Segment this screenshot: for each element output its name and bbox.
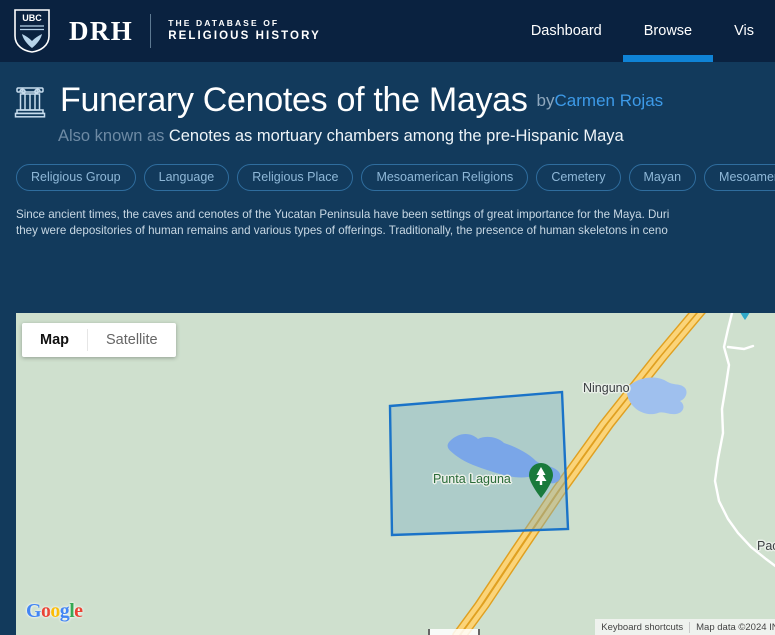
tag-mesoamerican-truncated[interactable]: Mesoameri: [704, 164, 775, 192]
google-letter-e: e: [74, 600, 83, 622]
nav-label-dashboard: Dashboard: [530, 23, 602, 39]
nav-underline-browse: [622, 55, 714, 62]
map-type-control: Map Satellite: [22, 323, 176, 357]
map-attribution: Map data ©2024 INE: [696, 621, 775, 633]
map-footer: Keyboard shortcuts Map data ©2024 INE: [595, 619, 775, 635]
nav-item-dashboard[interactable]: Dashboard: [510, 0, 623, 62]
google-logo[interactable]: Google: [26, 600, 83, 623]
map-scale-bar: [428, 629, 480, 635]
nav-underline-visualize: [713, 55, 775, 62]
map-type-map-button[interactable]: Map: [22, 323, 87, 357]
ubc-shield-icon: UBC: [14, 9, 50, 53]
nav-underline-dashboard: [510, 55, 623, 62]
park-marker-tree-icon[interactable]: [526, 461, 556, 499]
google-letter-g2: g: [59, 600, 70, 622]
nav-item-browse[interactable]: Browse: [622, 0, 714, 62]
top-navbar: UBC DRH THE DATABASE OF RELIGIOUS HISTOR…: [0, 0, 775, 62]
brand-subtitle-line2: RELIGIOUS HISTORY: [168, 30, 321, 43]
map-container[interactable]: Map Satellite Ninguno Punta Laguna Pac G…: [16, 313, 775, 635]
entry-header: Funerary Cenotes of the Mayas by Carmen …: [0, 62, 775, 238]
nav-label-visualize: Vis: [734, 23, 754, 39]
aka-label: Also known as: [58, 127, 165, 146]
description-line-2: they were depositories of human remains …: [16, 223, 668, 237]
brand-subtitle-line1: THE DATABASE OF: [168, 18, 280, 29]
ionic-column-icon: [14, 86, 46, 118]
entry-description: Since ancient times, the caves and cenot…: [0, 207, 775, 238]
brand-logo[interactable]: UBC DRH THE DATABASE OF RELIGIOUS HISTOR…: [13, 8, 321, 54]
tag-mayan[interactable]: Mayan: [628, 164, 697, 192]
tag-religious-group[interactable]: Religious Group: [16, 164, 136, 192]
map-label-ninguno: Ninguno: [583, 381, 630, 395]
google-letter-o1: o: [40, 600, 51, 622]
brand-divider: [150, 14, 152, 48]
tag-mesoamerican-religions[interactable]: Mesoamerican Religions: [361, 164, 529, 192]
location-pin-icon[interactable]: [734, 313, 756, 321]
map-canvas: [16, 313, 775, 635]
page-root: UBC DRH THE DATABASE OF RELIGIOUS HISTOR…: [0, 0, 775, 635]
google-letter-g1: G: [26, 600, 42, 622]
keyboard-shortcuts-button[interactable]: Keyboard shortcuts: [595, 621, 691, 633]
drh-acronym: DRH: [69, 15, 134, 46]
tag-list: Religious Group Language Religious Place…: [0, 164, 775, 192]
tag-religious-place[interactable]: Religious Place: [237, 164, 354, 192]
map-type-satellite-button[interactable]: Satellite: [88, 323, 176, 357]
aka-value: Cenotes as mortuary chambers among the p…: [168, 127, 624, 146]
title-row: Funerary Cenotes of the Mayas by Carmen …: [0, 81, 775, 119]
tag-cemetery[interactable]: Cemetery: [536, 164, 621, 192]
svg-text:UBC: UBC: [22, 13, 42, 23]
nav-links: Dashboard Browse Vis: [510, 0, 775, 62]
description-line-1: Since ancient times, the caves and cenot…: [16, 208, 670, 222]
nav-label-browse: Browse: [643, 23, 693, 39]
google-letter-o2: o: [50, 600, 60, 622]
also-known-as-row: Also known as Cenotes as mortuary chambe…: [0, 127, 775, 146]
tag-language[interactable]: Language: [143, 164, 230, 192]
page-title: Funerary Cenotes of the Mayas: [60, 81, 528, 119]
nav-item-visualize[interactable]: Vis: [713, 0, 775, 62]
map-label-punta-laguna: Punta Laguna: [433, 472, 511, 486]
byline-label: by: [536, 90, 555, 110]
map-label-pac: Pac: [757, 539, 775, 553]
author-link[interactable]: Carmen Rojas: [555, 91, 664, 111]
